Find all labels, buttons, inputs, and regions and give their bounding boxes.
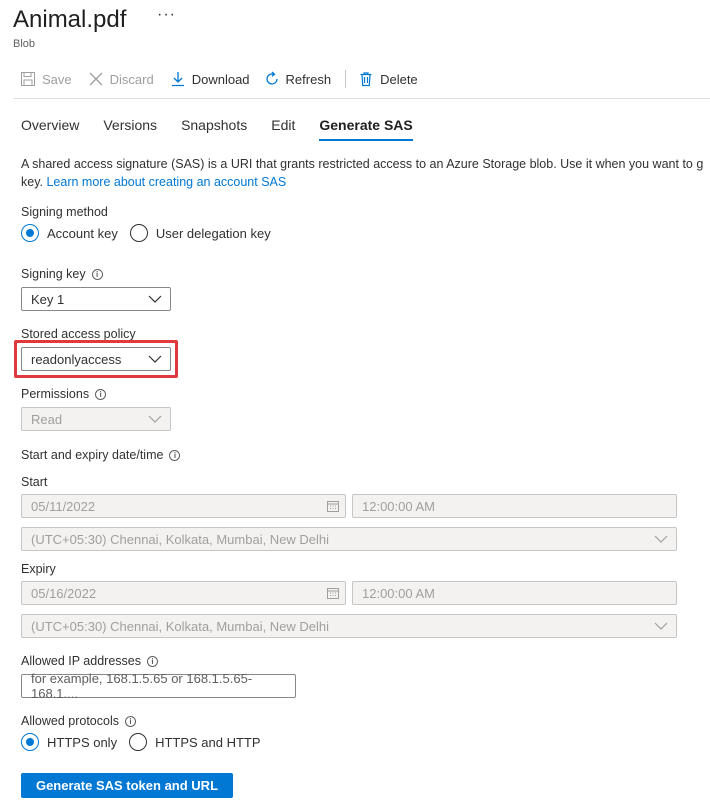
stored-access-policy-value: readonlyaccess — [31, 351, 122, 367]
tab-versions[interactable]: Versions — [103, 117, 157, 141]
toolbar-divider — [345, 70, 347, 88]
calendar-icon — [327, 501, 339, 512]
tab-generate-sas[interactable]: Generate SAS — [319, 117, 414, 141]
start-date-field[interactable]: 05/11/2022 — [21, 494, 346, 518]
chevron-down-icon — [148, 415, 162, 423]
download-icon — [171, 72, 184, 87]
sas-description: A shared access signature (SAS) is a URI… — [21, 155, 710, 191]
expiry-time-field[interactable]: 12:00:00 AM — [352, 581, 677, 605]
tab-edit[interactable]: Edit — [271, 117, 295, 141]
generate-sas-button[interactable]: Generate SAS token and URL — [21, 773, 233, 798]
more-options-button[interactable]: ··· — [157, 6, 176, 24]
start-timezone-dropdown[interactable]: (UTC+05:30) Chennai, Kolkata, Mumbai, Ne… — [21, 527, 677, 551]
allowed-protocols-label: Allowed protocols — [21, 714, 119, 728]
user-delegation-key-radio[interactable] — [129, 224, 148, 242]
info-icon[interactable]: i — [95, 388, 107, 400]
signing-key-value: Key 1 — [31, 291, 65, 307]
start-timezone-value: (UTC+05:30) Chennai, Kolkata, Mumbai, Ne… — [31, 531, 330, 547]
refresh-icon — [265, 71, 278, 85]
signing-method-radio-group: Account key User delegation key — [21, 224, 271, 242]
allowed-ip-label: Allowed IP addresses — [21, 654, 141, 668]
expiry-label: Expiry — [21, 562, 56, 576]
chevron-down-icon — [654, 622, 668, 630]
allowed-protocols-radio-group: HTTPS only HTTPS and HTTP — [21, 733, 261, 751]
description-line-1: A shared access signature (SAS) is a URI… — [21, 157, 704, 171]
page-subtitle: Blob — [13, 38, 36, 50]
stored-access-policy-dropdown[interactable]: readonlyaccess — [21, 347, 171, 371]
chevron-down-icon — [148, 295, 162, 303]
https-and-http-label: HTTPS and HTTP — [155, 734, 261, 750]
start-expiry-label-row: Start and expiry date/time i — [21, 448, 181, 462]
chevron-down-icon — [654, 535, 668, 543]
user-delegation-key-label: User delegation key — [155, 225, 271, 241]
tab-overview[interactable]: Overview — [21, 117, 79, 141]
refresh-label: Refresh — [285, 71, 332, 87]
toolbar-divider-line — [13, 98, 710, 99]
https-only-radio[interactable] — [21, 733, 39, 751]
start-date-value: 05/11/2022 — [31, 498, 96, 514]
allowed-ip-input[interactable]: for example, 168.1.5.65 or 168.1.5.65-16… — [21, 671, 296, 701]
allowed-protocols-label-row: Allowed protocols i — [21, 714, 136, 728]
https-and-http-radio[interactable] — [129, 733, 148, 751]
learn-more-link[interactable]: Learn more about creating an account SAS — [46, 175, 286, 189]
start-expiry-label: Start and expiry date/time — [21, 448, 164, 462]
info-icon[interactable]: i — [169, 449, 181, 461]
close-icon — [89, 72, 103, 86]
save-icon — [21, 72, 35, 86]
description-line-2: key. Learn more about creating an accoun… — [21, 173, 710, 191]
delete-label: Delete — [380, 71, 418, 87]
download-button[interactable]: Download — [170, 71, 250, 87]
info-icon[interactable]: i — [124, 715, 136, 727]
trash-icon — [360, 72, 372, 87]
download-label: Download — [191, 71, 250, 87]
signing-key-label: Signing key — [21, 267, 86, 281]
discard-label: Discard — [109, 71, 154, 87]
expiry-date-field[interactable]: 05/16/2022 — [21, 581, 346, 605]
account-key-radio[interactable] — [21, 224, 39, 242]
start-label: Start — [21, 475, 48, 489]
stored-access-policy-label: Stored access policy — [21, 327, 136, 341]
start-time-field[interactable]: 12:00:00 AM — [352, 494, 677, 518]
expiry-timezone-value: (UTC+05:30) Chennai, Kolkata, Mumbai, Ne… — [31, 618, 330, 634]
expiry-date-value: 05/16/2022 — [31, 585, 97, 601]
calendar-icon — [327, 588, 339, 599]
signing-method-label: Signing method — [21, 205, 108, 219]
https-only-label: HTTPS only — [47, 734, 118, 750]
page-title: Animal.pdf — [13, 6, 127, 33]
expiry-timezone-dropdown[interactable]: (UTC+05:30) Chennai, Kolkata, Mumbai, Ne… — [21, 614, 677, 638]
permissions-dropdown[interactable]: Read — [21, 407, 171, 431]
tab-bar: Overview Versions Snapshots Edit Generat… — [21, 117, 437, 141]
refresh-button[interactable]: Refresh — [264, 71, 332, 87]
permissions-label-row: Permissions i — [21, 387, 107, 401]
info-icon[interactable]: i — [146, 655, 158, 667]
tab-snapshots[interactable]: Snapshots — [181, 117, 247, 141]
signing-key-dropdown[interactable]: Key 1 — [21, 287, 171, 311]
chevron-down-icon — [148, 355, 162, 363]
expiry-time-value: 12:00:00 AM — [362, 585, 435, 601]
save-label: Save — [42, 71, 72, 87]
allowed-ip-label-row: Allowed IP addresses i — [21, 654, 158, 668]
permissions-label: Permissions — [21, 387, 90, 401]
signing-key-label-row: Signing key i — [21, 267, 103, 281]
command-bar: Save Discard Download Refresh Delete — [20, 67, 418, 91]
start-time-value: 12:00:00 AM — [362, 498, 435, 514]
account-key-label: Account key — [47, 225, 118, 241]
description-key-text: key. — [21, 175, 47, 189]
discard-button[interactable]: Discard — [88, 71, 154, 87]
permissions-value: Read — [31, 411, 63, 427]
info-icon[interactable]: i — [91, 268, 103, 280]
allowed-ip-placeholder: for example, 168.1.5.65 or 168.1.5.65-16… — [31, 671, 253, 701]
save-button[interactable]: Save — [20, 71, 72, 87]
delete-button[interactable]: Delete — [358, 71, 418, 87]
